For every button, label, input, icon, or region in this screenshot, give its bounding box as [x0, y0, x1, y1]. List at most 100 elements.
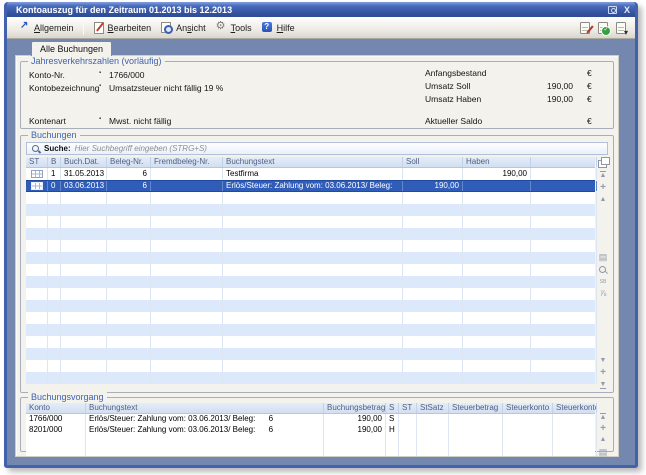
column-header-Buchungstext[interactable]: Buchungstext: [86, 403, 324, 413]
cell-ST: [399, 414, 417, 425]
insert-row-icon[interactable]: [597, 367, 609, 378]
cell-ST: [399, 435, 417, 446]
cell-Steuerkonto 1: [503, 425, 553, 436]
buchungen-table-row[interactable]: 003.06.20136Erlös/Steuer: Zahlung vom: 0…: [26, 180, 595, 192]
scroll-top-icon[interactable]: [597, 412, 609, 423]
buchungen-table-row[interactable]: 131.05.20136Testfirma190,00: [26, 168, 595, 180]
buchungen-table-row[interactable]: [26, 372, 595, 384]
close-button[interactable]: X: [624, 5, 630, 15]
cell-Buch.Dat.: [61, 288, 107, 300]
cell-Fremdbeleg-Nr.: [151, 300, 223, 312]
cell-Konto: 1766/000: [26, 414, 86, 425]
buchungen-table-row[interactable]: [26, 324, 595, 336]
menu-item-ansicht[interactable]: Ansicht: [156, 20, 211, 35]
buchungen-table-row[interactable]: [26, 300, 595, 312]
buchungsvorgang-table-row[interactable]: 8201/000Erlös/Steuer: Zahlung vom: 03.06…: [26, 425, 595, 436]
scroll-up-icon[interactable]: [597, 194, 609, 205]
column-header-ST[interactable]: ST: [26, 157, 48, 167]
buchungen-table-row[interactable]: [26, 264, 595, 276]
column-header-ST[interactable]: ST: [399, 403, 417, 413]
ratio-icon[interactable]: [597, 288, 609, 299]
keyboard-icon[interactable]: [597, 447, 609, 458]
column-header-Konto[interactable]: Konto: [26, 403, 86, 413]
buchungen-table-row[interactable]: [26, 360, 595, 372]
scroll-up-icon[interactable]: [597, 434, 609, 445]
cell-Buchungsbetrag: 190,00: [324, 425, 386, 436]
cell-Beleg-Nr.: [107, 348, 151, 360]
column-header-Steuerkonto 1[interactable]: Steuerkonto 1: [503, 403, 553, 413]
buchungen-table-row[interactable]: [26, 288, 595, 300]
field-value: 1766/000: [109, 70, 144, 80]
column-chooser-icon[interactable]: [597, 157, 609, 168]
approved-document-icon[interactable]: [598, 22, 608, 34]
menu-item-bearbeiten[interactable]: Bearbeiten: [88, 20, 157, 35]
tab-alle-buchungen[interactable]: Alle Buchungen: [31, 41, 112, 56]
scroll-bottom-icon[interactable]: [597, 379, 609, 390]
buchungen-table-row[interactable]: [26, 192, 595, 204]
column-header-Haben[interactable]: Haben: [463, 157, 531, 167]
scroll-down-icon[interactable]: [597, 355, 609, 366]
buchungsvorgang-table-row[interactable]: 1766/000Erlös/Steuer: Zahlung vom: 03.06…: [26, 414, 595, 425]
buchungsvorgang-table-row[interactable]: [26, 435, 595, 446]
cell-Beleg-Nr.: [107, 216, 151, 228]
column-header-S[interactable]: S: [386, 403, 399, 413]
cell-Konto: [26, 446, 86, 457]
edit-document-icon[interactable]: [580, 22, 590, 34]
cell-Fremdbeleg-Nr.: [151, 192, 223, 204]
cell-Haben: [463, 336, 531, 348]
column-header-Beleg-Nr.[interactable]: Beleg-Nr.: [107, 157, 151, 167]
cell-S: [386, 446, 399, 457]
groupbox-label: Buchungen: [28, 130, 80, 141]
row-search-icon[interactable]: [597, 264, 609, 275]
field-label: Umsatz Soll: [425, 81, 470, 91]
cell-B: 0: [48, 181, 61, 191]
insert-row-icon[interactable]: [597, 423, 609, 434]
add-row-icon[interactable]: [597, 182, 609, 193]
cell-Haben: [463, 348, 531, 360]
field-label: Anfangsbestand: [425, 68, 486, 78]
cell-Soll: [403, 336, 463, 348]
menu-item-tools[interactable]: Tools: [211, 20, 257, 35]
buchungen-table-row[interactable]: [26, 252, 595, 264]
menu-item-allgemein[interactable]: Allgemein: [14, 20, 79, 35]
menu-item-hilfe[interactable]: Hilfe: [257, 20, 300, 35]
cell-Haben: [463, 360, 531, 372]
cell-Haben: [463, 300, 531, 312]
column-header-StSatz[interactable]: StSatz: [417, 403, 449, 413]
cell-Haben: [463, 192, 531, 204]
cell-Fremdbeleg-Nr.: [151, 240, 223, 252]
search-bar[interactable]: Suche: Hier Suchbegriff eingeben (STRG+S…: [26, 142, 608, 155]
sb-icon[interactable]: [597, 276, 609, 287]
buchungsvorgang-table-row[interactable]: [26, 446, 595, 457]
cell-Buchungstext: [223, 204, 403, 216]
cell-Beleg-Nr.: [107, 228, 151, 240]
column-header-Soll[interactable]: Soll: [403, 157, 463, 167]
cell-Soll: [403, 324, 463, 336]
cell-Buchungstext: Testfirma: [223, 168, 403, 180]
keyboard-icon[interactable]: [597, 252, 609, 263]
column-header-Buch.Dat.[interactable]: Buch.Dat.: [61, 157, 107, 167]
buchungen-table-row[interactable]: [26, 228, 595, 240]
restore-window-icon[interactable]: [608, 6, 617, 14]
column-header-B[interactable]: B: [48, 157, 61, 167]
export-document-icon[interactable]: [616, 22, 626, 34]
column-header-Buchungstext[interactable]: Buchungstext: [223, 157, 403, 167]
cell-ST: [26, 372, 48, 384]
column-header-Fremdbeleg-Nr.[interactable]: Fremdbeleg-Nr.: [151, 157, 223, 167]
column-header-Steuerkonto 2[interactable]: Steuerkonto 2: [553, 403, 597, 413]
cell-Fremdbeleg-Nr.: [151, 324, 223, 336]
buchungen-table-row[interactable]: [26, 240, 595, 252]
column-header-Buchungsbetrag[interactable]: Buchungsbetrag: [324, 403, 386, 413]
buchungen-table-row[interactable]: [26, 216, 595, 228]
scroll-top-icon[interactable]: [597, 170, 609, 181]
buchungen-table-row[interactable]: [26, 276, 595, 288]
buchungen-table-row[interactable]: [26, 336, 595, 348]
column-header-Steuerbetrag[interactable]: Steuerbetrag: [449, 403, 503, 413]
column-header-filler[interactable]: [531, 157, 597, 167]
buchungen-table-row[interactable]: [26, 204, 595, 216]
buchungen-table-row[interactable]: [26, 312, 595, 324]
buchungen-table-row[interactable]: [26, 348, 595, 360]
cell-filler: [531, 252, 597, 264]
cell-Steuerkonto 1: [503, 446, 553, 457]
cell-Buchungstext: [223, 216, 403, 228]
